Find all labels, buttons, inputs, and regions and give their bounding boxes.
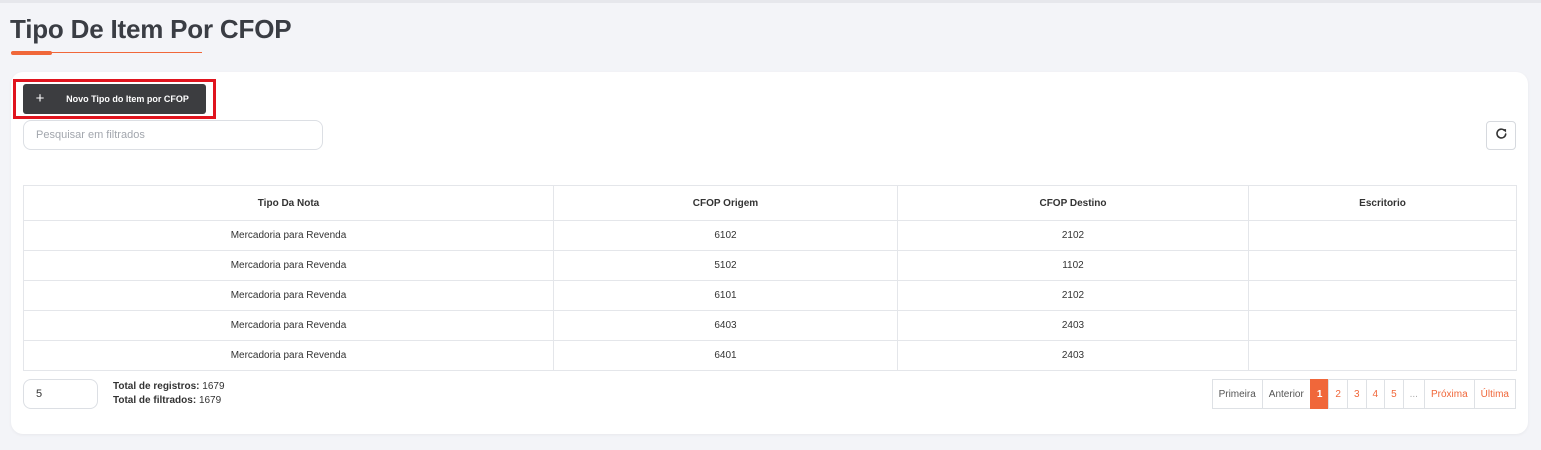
- search-input[interactable]: [23, 120, 323, 150]
- pagination-next[interactable]: Próxima: [1423, 379, 1475, 409]
- pagination: Primeira Anterior 12345 ... Próxima Últi…: [1211, 379, 1516, 409]
- pagination-first[interactable]: Primeira: [1211, 379, 1263, 409]
- data-table: Tipo Da Nota CFOP Origem CFOP Destino Escri…: [23, 185, 1517, 371]
- pagination-page-5[interactable]: 5: [1384, 379, 1404, 409]
- refresh-icon: [1495, 127, 1508, 145]
- table-cell: Mercadoria para Revenda: [23, 250, 554, 281]
- page-title: Tipo De Item Por CFOP: [10, 14, 292, 44]
- refresh-button[interactable]: [1486, 121, 1516, 150]
- table-cell: 1102: [897, 250, 1249, 281]
- total-records: Total de registros: 1679: [113, 380, 225, 394]
- table-cell: 5102: [553, 250, 898, 281]
- pagination-page-2[interactable]: 2: [1328, 379, 1348, 409]
- table-cell: [1248, 220, 1517, 251]
- title-underline-accent: [11, 51, 52, 55]
- table-row[interactable]: Mercadoria para Revenda 6401 2403: [23, 340, 1517, 371]
- total-filtered: Total de filtrados: 1679: [113, 394, 225, 408]
- table-cell: 2102: [897, 220, 1249, 251]
- total-records-label: Total de registros:: [113, 381, 200, 392]
- pagination-page-1[interactable]: 1: [1309, 379, 1330, 409]
- table-cell: Mercadoria para Revenda: [23, 310, 554, 341]
- table-row[interactable]: Mercadoria para Revenda 5102 1102: [23, 250, 1517, 281]
- table-cell: 2403: [897, 310, 1249, 341]
- table-row[interactable]: Mercadoria para Revenda 6102 2102: [23, 220, 1517, 251]
- pagination-last[interactable]: Última: [1473, 379, 1516, 409]
- pagination-previous[interactable]: Anterior: [1261, 379, 1311, 409]
- total-filtered-label: Total de filtrados:: [113, 395, 197, 406]
- highlight-frame: [13, 79, 216, 119]
- table-cell: Mercadoria para Revenda: [23, 340, 554, 371]
- pagination-page-4[interactable]: 4: [1365, 379, 1386, 409]
- total-filtered-value: 1679: [198, 395, 222, 406]
- top-strip: [0, 0, 1541, 3]
- table-cell: Mercadoria para Revenda: [23, 220, 554, 251]
- pagination-page-3[interactable]: 3: [1346, 379, 1367, 409]
- table-cell: [1248, 250, 1517, 281]
- pagination-ellipsis[interactable]: ...: [1402, 379, 1425, 409]
- table-cell: 6101: [553, 280, 898, 311]
- column-header[interactable]: Tipo Da Nota: [23, 185, 554, 221]
- table-header-row: Tipo Da Nota CFOP Origem CFOP Destino Escri…: [23, 185, 1517, 221]
- table-cell: [1248, 310, 1517, 341]
- column-header[interactable]: CFOP Destino: [897, 185, 1249, 221]
- table-row[interactable]: Mercadoria para Revenda 6101 2102: [23, 280, 1517, 311]
- table-cell: [1248, 340, 1517, 371]
- page-size-input[interactable]: [23, 379, 98, 409]
- table-cell: 2403: [897, 340, 1249, 371]
- column-header[interactable]: CFOP Origem: [553, 185, 898, 221]
- table-cell: 6102: [553, 220, 898, 251]
- total-records-value: 1679: [202, 381, 225, 392]
- table-cell: 2102: [897, 280, 1249, 311]
- column-header[interactable]: Escritorio: [1248, 185, 1517, 221]
- table-row[interactable]: Mercadoria para Revenda 6403 2403: [23, 310, 1517, 341]
- pagination-pages: 12345: [1309, 379, 1404, 409]
- table-cell: 6401: [553, 340, 898, 371]
- totals: Total de registros: 1679 Total de filtra…: [113, 380, 225, 408]
- table-cell: Mercadoria para Revenda: [23, 280, 554, 311]
- table-cell: 6403: [553, 310, 898, 341]
- table-body: Mercadoria para Revenda 6102 2102 Mercadori…: [23, 220, 1517, 371]
- table-cell: [1248, 280, 1517, 311]
